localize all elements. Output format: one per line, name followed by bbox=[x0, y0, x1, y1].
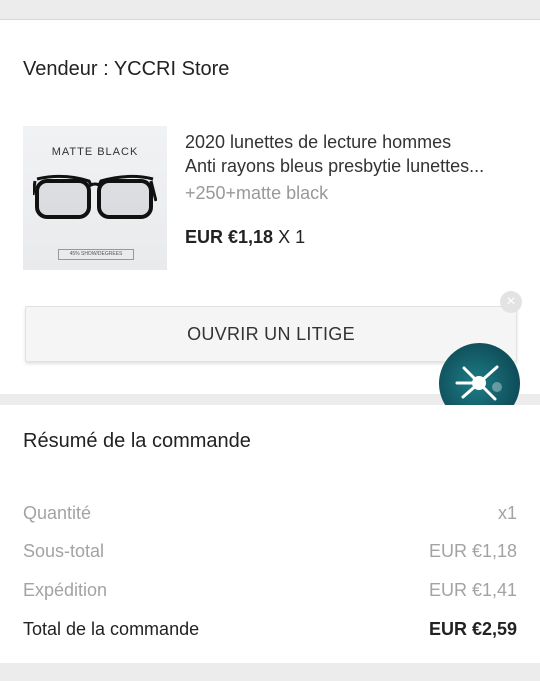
product-image-label: MATTE BLACK bbox=[51, 146, 139, 158]
total-value: EUR €2,59 bbox=[428, 619, 517, 639]
order-summary-card: Résumé de la commande Quantité x1 Sous-t… bbox=[0, 405, 540, 663]
price-value: EUR €1,18 bbox=[185, 227, 274, 247]
summary-title: Résumé de la commande bbox=[23, 430, 251, 452]
quantity-label: Quantité bbox=[23, 503, 92, 523]
shipping-label: Expédition bbox=[23, 580, 108, 600]
seller-name[interactable]: Vendeur : YCCRI Store bbox=[23, 58, 229, 81]
product-title[interactable]: 2020 lunettes de lecture hommes Anti ray… bbox=[185, 130, 520, 178]
top-divider bbox=[0, 0, 540, 18]
quantity-value: x1 bbox=[497, 503, 517, 523]
product-image[interactable]: MATTE BLACK 45% SHOW/DEGREES bbox=[23, 126, 167, 270]
open-dispute-button[interactable]: OUVRIR UN LITIGE bbox=[25, 306, 517, 362]
order-item-card: Vendeur : YCCRI Store MATTE BLACK 45% SH… bbox=[0, 19, 540, 394]
glasses-icon bbox=[33, 174, 157, 219]
subtotal-value: EUR €1,18 bbox=[428, 541, 517, 561]
product-price: EUR €1,18 X 1 bbox=[185, 227, 305, 248]
product-variant: +250+matte black bbox=[185, 183, 329, 203]
close-icon[interactable]: × bbox=[500, 291, 522, 313]
product-image-tag: 45% SHOW/DEGREES bbox=[58, 249, 134, 260]
product-title-line2: Anti rayons bleus presbytie lunettes... bbox=[185, 156, 485, 176]
quantity-label: X 1 bbox=[273, 227, 306, 247]
shipping-value: EUR €1,41 bbox=[428, 580, 517, 600]
subtotal-label: Sous-total bbox=[23, 541, 105, 561]
product-title-line1: 2020 lunettes de lecture hommes bbox=[185, 132, 452, 152]
total-label: Total de la commande bbox=[23, 619, 200, 639]
